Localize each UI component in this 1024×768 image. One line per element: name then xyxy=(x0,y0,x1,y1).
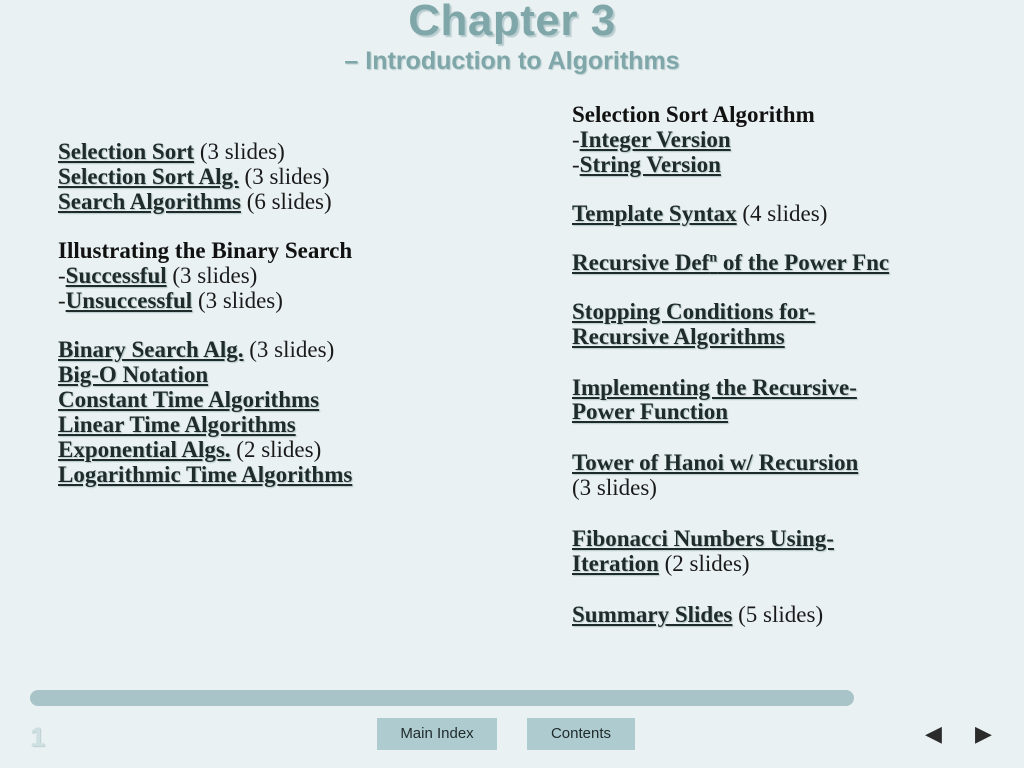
list-item-line2[interactable]: Iteration (2 slides) xyxy=(572,550,1002,577)
list-item[interactable]: Constant Time Algorithms xyxy=(58,388,528,411)
link-exponential-algs[interactable]: Exponential Algs. xyxy=(58,437,231,462)
heading-illustrating-binary-search: Illustrating the Binary Search xyxy=(58,238,353,263)
list-item[interactable]: Fibonacci Numbers Using- Iteration (2 sl… xyxy=(572,526,1002,577)
superscript-n: n xyxy=(709,250,718,266)
list-item-heading: Selection Sort Algorithm xyxy=(572,103,1002,126)
link-text-part2: of the Power Fnc xyxy=(717,250,890,275)
slide-count: (3 slides) xyxy=(166,263,258,288)
list-item[interactable]: Linear Time Algorithms xyxy=(58,413,528,436)
page-subtitle: – Introduction to Algorithms xyxy=(344,47,680,75)
link-integer-version[interactable]: Integer Version xyxy=(580,127,731,152)
list-item[interactable]: Summary Slides (5 slides) xyxy=(572,603,1002,626)
slide-count: (3 slides) xyxy=(572,475,657,501)
link-implementing-recursive-power[interactable]: Implementing the Recursive- xyxy=(572,375,1002,401)
list-item[interactable]: Exponential Algs. (2 slides) xyxy=(58,438,528,461)
link-stopping-conditions[interactable]: Stopping Conditions for- xyxy=(572,299,1002,325)
list-item[interactable]: -Successful (3 slides) xyxy=(58,264,528,287)
slide-count: (5 slides) xyxy=(732,601,824,627)
link-fibonacci-iteration[interactable]: Iteration xyxy=(572,551,659,576)
list-item[interactable]: Search Algorithms (6 slides) xyxy=(58,190,528,213)
slide-count: (4 slides) xyxy=(736,201,828,226)
slide-count: (2 slides) xyxy=(658,550,750,576)
list-item[interactable]: Template Syntax (4 slides) xyxy=(572,202,1002,225)
slide-count: (6 slides) xyxy=(240,189,332,214)
left-topic-list: Selection Sort (3 slides) Selection Sort… xyxy=(58,140,528,488)
link-recursive-def-power-fnc[interactable]: Recursive Defn of the Power Fnc xyxy=(572,250,889,275)
previous-slide-arrow-icon[interactable]: ◀ xyxy=(925,722,942,747)
list-item-heading: Illustrating the Binary Search xyxy=(58,239,528,262)
link-stopping-conditions-line2[interactable]: Recursive Algorithms xyxy=(572,324,1002,350)
decorative-divider-bar xyxy=(30,690,854,706)
list-item[interactable]: -Unsuccessful (3 slides) xyxy=(58,289,528,312)
list-item[interactable]: Big-O Notation xyxy=(58,363,528,386)
contents-button[interactable]: Contents xyxy=(527,718,635,750)
link-fibonacci-numbers[interactable]: Fibonacci Numbers Using- xyxy=(572,526,1002,552)
slide-count: (2 slides) xyxy=(230,437,322,462)
link-search-algorithms[interactable]: Search Algorithms xyxy=(58,189,241,214)
list-item[interactable]: -String Version xyxy=(572,153,1002,176)
link-selection-sort-alg[interactable]: Selection Sort Alg. xyxy=(58,164,239,189)
list-item[interactable]: Binary Search Alg. (3 slides) xyxy=(58,338,528,361)
link-big-o-notation[interactable]: Big-O Notation xyxy=(58,362,208,387)
slide-count: (3 slides) xyxy=(243,337,335,362)
slide-count: (3 slides) xyxy=(194,139,285,164)
link-linear-time-algorithms[interactable]: Linear Time Algorithms xyxy=(58,412,296,437)
link-logarithmic-time-algorithms[interactable]: Logarithmic Time Algorithms xyxy=(58,462,352,487)
list-item[interactable]: Recursive Defn of the Power Fnc xyxy=(572,251,1002,274)
next-slide-arrow-icon[interactable]: ▶ xyxy=(975,722,992,747)
list-item[interactable]: Implementing the Recursive- Power Functi… xyxy=(572,375,1002,426)
link-binary-search-alg[interactable]: Binary Search Alg. xyxy=(58,337,244,362)
link-constant-time-algorithms[interactable]: Constant Time Algorithms xyxy=(58,387,319,412)
link-text-part1: Recursive Def xyxy=(572,250,710,275)
list-item[interactable]: Tower of Hanoi w/ Recursion (3 slides) xyxy=(572,450,1002,501)
slide-count: (3 slides) xyxy=(192,288,283,313)
link-string-version[interactable]: String Version xyxy=(580,152,721,177)
page-title: Chapter 3 xyxy=(408,0,616,45)
list-item[interactable]: Logarithmic Time Algorithms xyxy=(58,463,528,486)
link-implementing-recursive-power-line2[interactable]: Power Function xyxy=(572,400,1002,425)
link-summary-slides[interactable]: Summary Slides xyxy=(572,602,732,627)
link-template-syntax[interactable]: Template Syntax xyxy=(572,201,737,226)
list-item[interactable]: Stopping Conditions for- Recursive Algor… xyxy=(572,299,1002,350)
heading-selection-sort-algorithm: Selection Sort Algorithm xyxy=(572,102,815,127)
link-tower-of-hanoi[interactable]: Tower of Hanoi w/ Recursion xyxy=(572,450,1002,476)
link-successful[interactable]: Successful xyxy=(66,263,167,288)
main-index-button[interactable]: Main Index xyxy=(377,718,497,750)
list-item[interactable]: Selection Sort (3 slides) xyxy=(58,140,528,163)
slide-count: (3 slides) xyxy=(238,164,330,189)
page-number: 1 xyxy=(30,722,46,752)
dash-marker: - xyxy=(58,288,66,313)
title-block: Chapter 3 – Introduction to Algorithms xyxy=(0,0,1024,78)
link-selection-sort[interactable]: Selection Sort xyxy=(58,139,194,164)
list-item[interactable]: -Integer Version xyxy=(572,128,1002,151)
dash-marker: - xyxy=(58,263,66,288)
list-item[interactable]: Selection Sort Alg. (3 slides) xyxy=(58,165,528,188)
link-unsuccessful[interactable]: Unsuccessful xyxy=(66,288,193,313)
dash-marker: - xyxy=(572,152,580,177)
right-topic-list: Selection Sort Algorithm -Integer Versio… xyxy=(572,103,1002,628)
dash-marker: - xyxy=(572,127,580,152)
